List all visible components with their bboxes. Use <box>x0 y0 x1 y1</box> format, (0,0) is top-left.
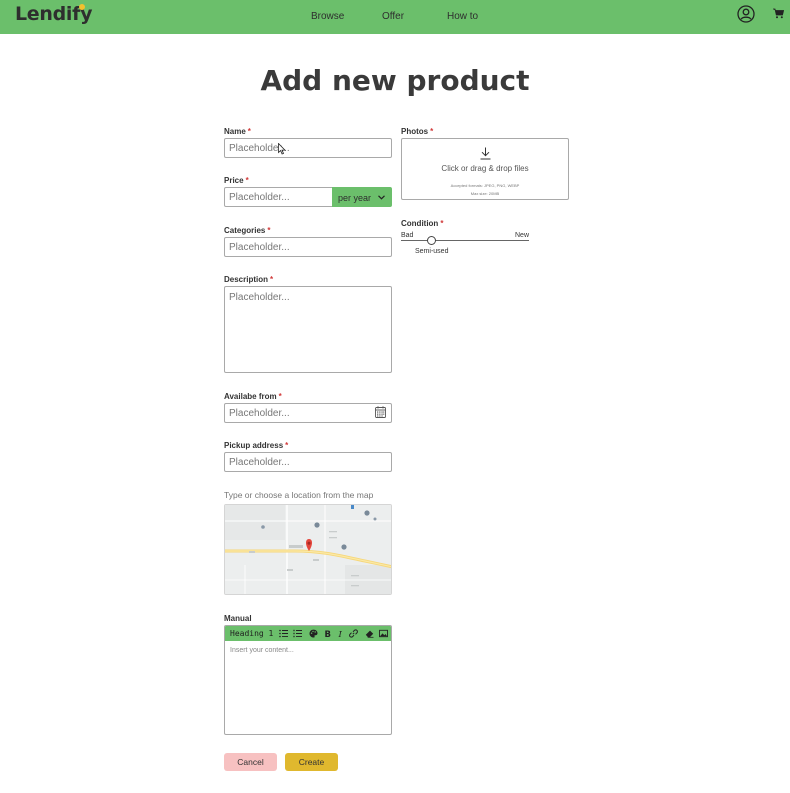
chevron-down-icon <box>378 195 385 200</box>
required-marker: * <box>245 176 249 185</box>
editor-content[interactable]: Insert your content... <box>230 647 294 654</box>
required-marker: * <box>430 127 434 136</box>
required-marker: * <box>440 219 444 228</box>
image-icon[interactable] <box>379 629 388 638</box>
price-label: Price * <box>224 176 249 185</box>
price-period-value: per year <box>338 193 372 203</box>
nav-how-to[interactable]: How to <box>447 11 478 22</box>
categories-label: Categories * <box>224 226 270 235</box>
condition-label: Condition * <box>401 219 443 228</box>
condition-min-label: Bad <box>401 232 414 239</box>
map-canvas <box>225 505 391 594</box>
heading-select[interactable]: Heading 1 <box>230 629 273 638</box>
description-textarea[interactable] <box>224 286 392 373</box>
accepted-formats: Accepted formats: JPEG, PNG, WEBP <box>450 183 520 188</box>
required-marker: * <box>267 226 271 235</box>
photo-dropzone[interactable]: Click or drag & drop files Accepted form… <box>401 138 569 200</box>
description-label: Description * <box>224 275 273 284</box>
bold-icon[interactable]: B <box>323 629 332 638</box>
palette-icon[interactable] <box>309 629 318 638</box>
logo-dot <box>79 4 85 10</box>
top-navbar: Lendify Browse Offer How to <box>0 0 790 34</box>
photos-label-text: Photos <box>401 127 429 136</box>
pickup-address-label: Pickup address * <box>224 441 288 450</box>
nav-offer[interactable]: Offer <box>382 11 404 22</box>
price-input[interactable] <box>224 187 333 207</box>
map-hint: Type or choose a location from the map <box>224 490 374 500</box>
condition-slider-track[interactable] <box>401 240 529 241</box>
condition-label-text: Condition <box>401 219 439 228</box>
create-button[interactable]: Create <box>285 753 338 771</box>
required-marker: * <box>278 392 282 401</box>
available-from-input[interactable] <box>224 403 392 423</box>
required-marker: * <box>247 127 251 136</box>
pickup-address-label-text: Pickup address <box>224 441 284 450</box>
pickup-address-input[interactable] <box>224 452 392 472</box>
available-from-label-text: Availabe from <box>224 392 277 401</box>
photos-label: Photos * <box>401 127 433 136</box>
location-map[interactable] <box>224 504 392 595</box>
manual-label: Manual <box>224 614 252 623</box>
cancel-button[interactable]: Cancel <box>224 753 277 771</box>
user-icon[interactable] <box>737 5 755 23</box>
svg-text:B: B <box>325 630 331 638</box>
categories-label-text: Categories <box>224 226 266 235</box>
page-title: Add new product <box>260 64 530 97</box>
download-icon <box>480 147 491 160</box>
price-label-text: Price <box>224 176 244 185</box>
condition-slider-thumb[interactable] <box>427 236 437 245</box>
link-icon[interactable] <box>349 629 358 638</box>
eraser-icon[interactable] <box>365 629 374 638</box>
nav-browse[interactable]: Browse <box>311 11 344 22</box>
condition-value-label: Semi-used <box>415 248 449 255</box>
name-input[interactable] <box>224 138 392 158</box>
bullet-list-icon[interactable] <box>279 629 288 638</box>
max-size: Max size: 20MB <box>470 191 500 196</box>
categories-input[interactable] <box>224 237 392 257</box>
condition-max-label: New <box>515 232 530 239</box>
manual-editor: Heading 1 B I Insert your content... <box>224 625 392 735</box>
editor-toolbar: Heading 1 B I <box>225 626 391 641</box>
svg-text:I: I <box>338 630 343 638</box>
available-from-label: Availabe from * <box>224 392 282 401</box>
price-period-select[interactable]: per year <box>332 187 392 207</box>
mouse-cursor-icon <box>278 143 286 155</box>
description-label-text: Description <box>224 275 269 284</box>
required-marker: * <box>285 441 289 450</box>
italic-icon[interactable]: I <box>336 629 345 638</box>
required-marker: * <box>270 275 274 284</box>
name-label-text: Name <box>224 127 246 136</box>
dropzone-text: Click or drag & drop files <box>441 164 529 173</box>
name-label: Name * <box>224 127 251 136</box>
numbered-list-icon[interactable] <box>293 629 302 638</box>
calendar-icon[interactable] <box>375 406 386 418</box>
cart-icon[interactable] <box>773 8 784 19</box>
